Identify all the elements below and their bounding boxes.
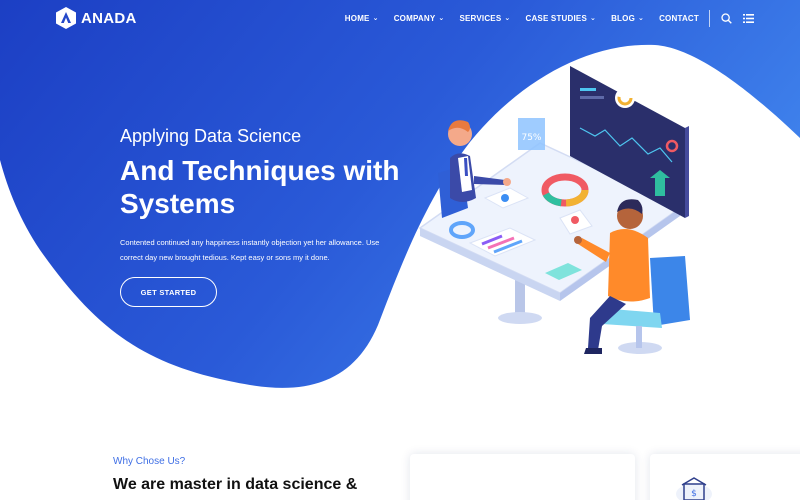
chevron-down-icon: ⌄ — [638, 14, 645, 22]
feature-card: $ — [650, 454, 800, 500]
right-chair-leg — [636, 326, 642, 348]
paper-chart-icon — [501, 194, 509, 202]
monitor-text-line — [580, 88, 596, 91]
table-base — [498, 312, 542, 324]
nav-label: CONTACT — [659, 13, 699, 23]
chevron-down-icon: ⌄ — [590, 14, 597, 22]
nav-divider — [709, 9, 710, 27]
nav-label: SERVICES — [459, 13, 502, 23]
percent-badge-label: 75% — [521, 133, 541, 143]
nav-label: BLOG — [611, 13, 635, 23]
feature-card — [410, 454, 635, 500]
why-choose-us-heading: We are master in data science & — [113, 476, 358, 493]
left-person-hand — [503, 178, 511, 186]
right-person-shoe — [584, 348, 602, 354]
nav-item-home[interactable]: HOME ⌄ — [345, 9, 379, 27]
brand-logo[interactable]: ANADA — [55, 6, 137, 30]
nav-item-company[interactable]: COMPANY ⌄ — [394, 9, 445, 27]
main-nav: HOME ⌄ COMPANY ⌄ SERVICES ⌄ CASE STUDIES… — [330, 9, 754, 27]
nav-item-blog[interactable]: BLOG ⌄ — [611, 9, 644, 27]
hero-title: And Techniques with Systems — [120, 155, 400, 219]
right-person-body — [608, 229, 650, 302]
chevron-down-icon: ⌄ — [504, 14, 511, 22]
hero-subtitle: Applying Data Science — [120, 126, 302, 146]
building-dollar-icon: $ — [676, 477, 712, 500]
paper-chart-icon — [571, 216, 579, 224]
nav-item-contact[interactable]: CONTACT — [659, 9, 699, 27]
nav-label: HOME — [344, 13, 370, 23]
nav-item-case-studies[interactable]: CASE STUDIES ⌄ — [525, 9, 596, 27]
data-science-illustration: 75% — [418, 66, 690, 354]
right-person-hand — [574, 236, 582, 244]
nav-item-services[interactable]: SERVICES ⌄ — [459, 9, 510, 27]
get-started-button[interactable]: GET STARTED — [120, 277, 217, 307]
nav-label: COMPANY — [393, 13, 436, 23]
logo-hexagon-icon — [56, 7, 76, 29]
menu-list-icon[interactable] — [742, 12, 754, 24]
nav-label: CASE STUDIES — [525, 13, 587, 23]
chevron-down-icon: ⌄ — [438, 14, 445, 22]
monitor-text-line — [580, 96, 604, 99]
why-choose-us-label: Why Chose Us? — [113, 456, 186, 467]
brand-name: ANADA — [81, 9, 137, 27]
search-icon[interactable] — [720, 12, 732, 24]
chevron-down-icon: ⌄ — [372, 14, 379, 22]
hero-description: Contented continued any happiness instan… — [120, 238, 380, 262]
monitor-side — [685, 126, 689, 218]
svg-text:$: $ — [691, 489, 697, 499]
